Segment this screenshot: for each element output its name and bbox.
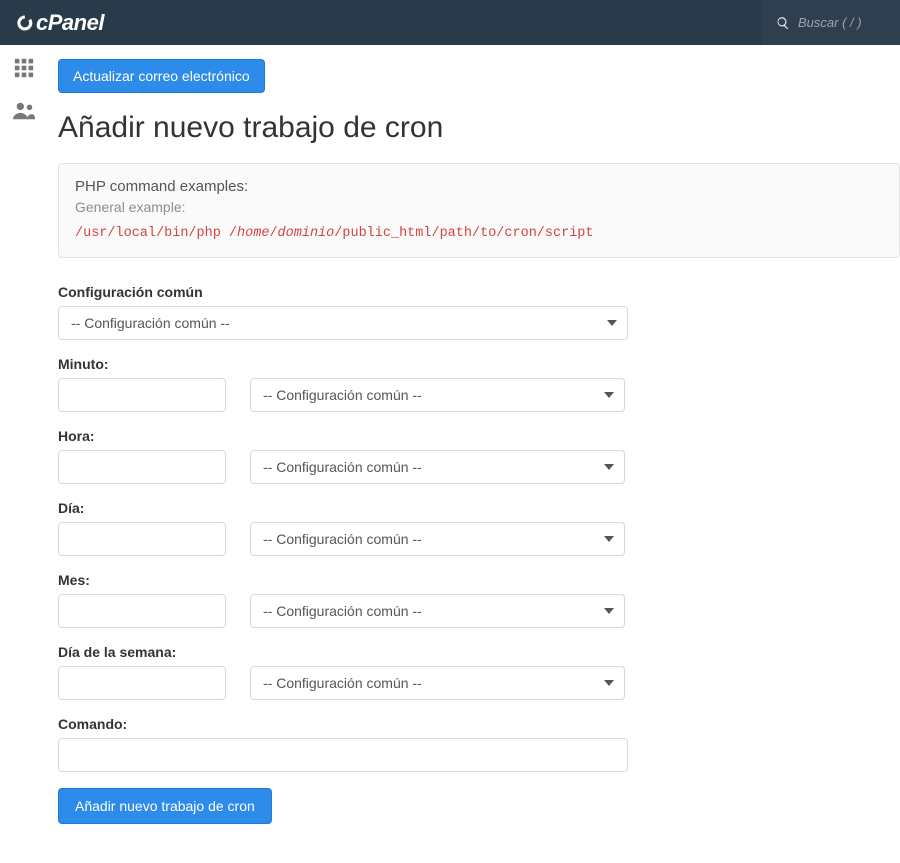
input-month[interactable] [58, 594, 226, 628]
php-example-callout: PHP command examples: General example: /… [58, 163, 900, 258]
label-command: Comando: [58, 716, 900, 732]
apps-grid-icon[interactable] [13, 57, 35, 82]
select-weekday[interactable]: -- Configuración común -- [250, 666, 625, 700]
callout-sub: General example: [75, 199, 883, 215]
group-command: Comando: [58, 716, 900, 772]
users-icon[interactable] [12, 100, 36, 125]
label-minute: Minuto: [58, 356, 900, 372]
add-cron-button[interactable]: Añadir nuevo trabajo de cron [58, 788, 272, 824]
brand-logo: cPanel [0, 10, 118, 36]
input-hour[interactable] [58, 450, 226, 484]
input-day[interactable] [58, 522, 226, 556]
input-minute[interactable] [58, 378, 226, 412]
group-hour: Hora: -- Configuración común -- [58, 428, 900, 484]
label-common: Configuración común [58, 284, 900, 300]
page-title: Añadir nuevo trabajo de cron [58, 111, 900, 145]
search-area[interactable] [762, 0, 900, 45]
group-common: Configuración común -- Configuración com… [58, 284, 900, 340]
search-icon [776, 16, 790, 30]
group-weekday: Día de la semana: -- Configuración común… [58, 644, 900, 700]
select-hour[interactable]: -- Configuración común -- [250, 450, 625, 484]
topbar: cPanel [0, 0, 900, 45]
label-month: Mes: [58, 572, 900, 588]
callout-heading: PHP command examples: [75, 178, 883, 195]
group-month: Mes: -- Configuración común -- [58, 572, 900, 628]
label-day: Día: [58, 500, 900, 516]
input-weekday[interactable] [58, 666, 226, 700]
cpanel-icon [14, 13, 34, 33]
select-minute[interactable]: -- Configuración común -- [250, 378, 625, 412]
group-day: Día: -- Configuración común -- [58, 500, 900, 556]
callout-code: /usr/local/bin/php /home/dominio/public_… [75, 226, 594, 241]
main-content: Actualizar correo electrónico Añadir nue… [48, 45, 900, 863]
label-weekday: Día de la semana: [58, 644, 900, 660]
brand-text: cPanel [36, 10, 104, 36]
group-minute: Minuto: -- Configuración común -- [58, 356, 900, 412]
label-hour: Hora: [58, 428, 900, 444]
select-common-settings[interactable]: -- Configuración común -- [58, 306, 628, 340]
select-day[interactable]: -- Configuración común -- [250, 522, 625, 556]
search-input[interactable] [798, 15, 888, 30]
input-command[interactable] [58, 738, 628, 772]
update-email-button[interactable]: Actualizar correo electrónico [58, 59, 265, 93]
select-month[interactable]: -- Configuración común -- [250, 594, 625, 628]
sidenav [0, 45, 48, 863]
